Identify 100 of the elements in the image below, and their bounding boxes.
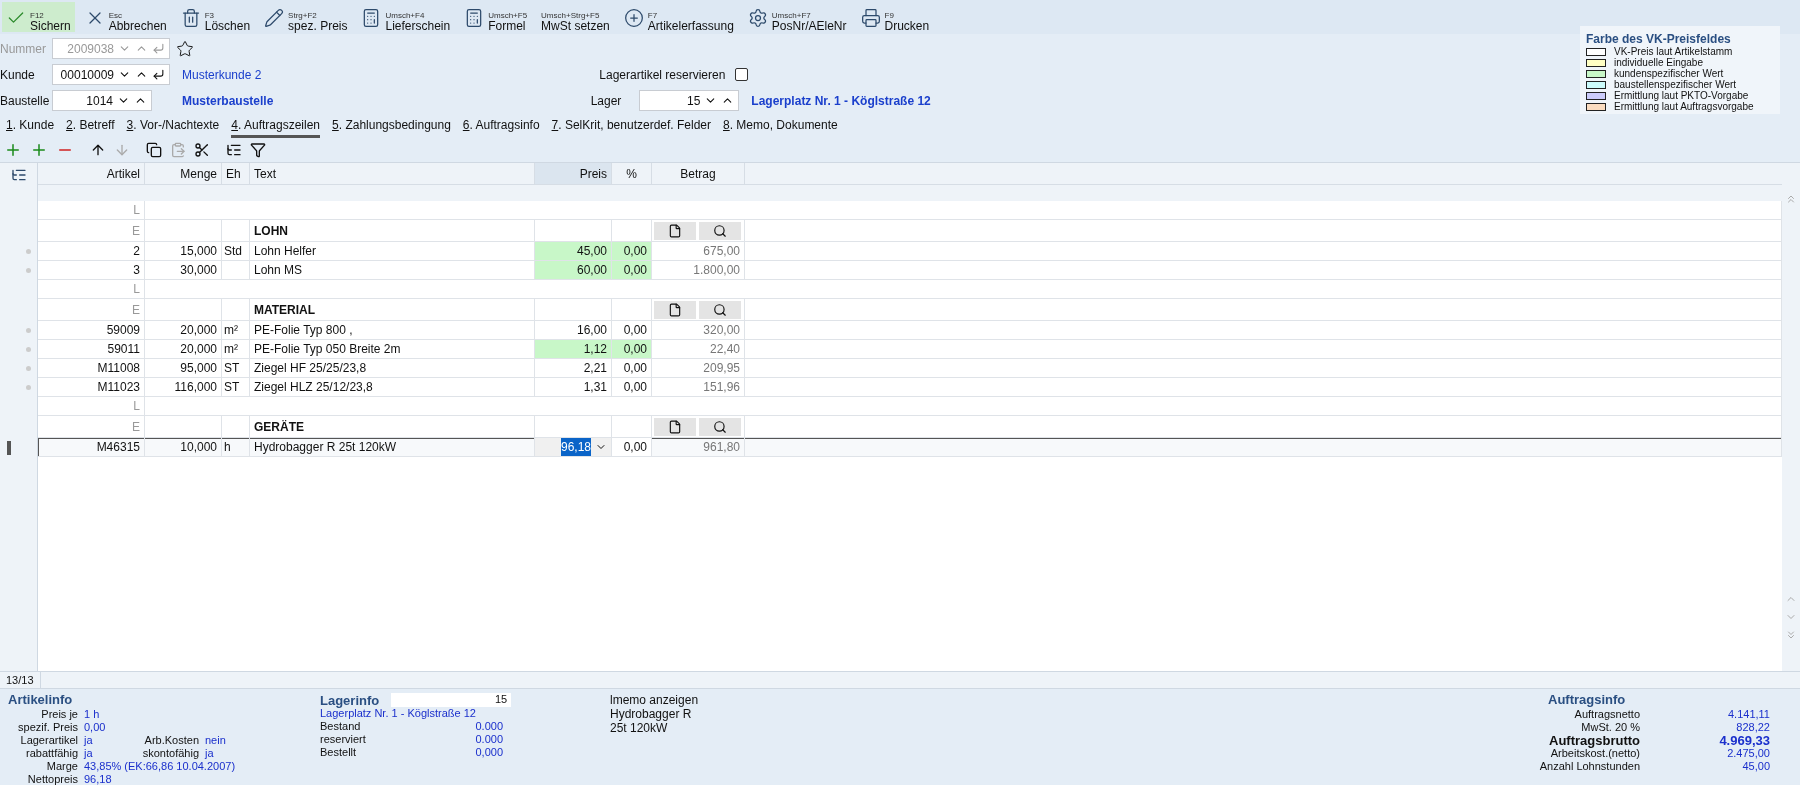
star-icon[interactable] xyxy=(176,39,194,58)
info-label: Auftragsnetto xyxy=(1573,708,1640,721)
row-marker: E xyxy=(132,222,140,240)
column-header[interactable]: Betrag xyxy=(652,163,745,184)
table-row[interactable]: 59011 20,000 m² PE-Folie Typ 050 Breite 2m 1,12 0,00 22,40 xyxy=(38,340,1782,359)
number-field[interactable]: 1014 xyxy=(52,90,152,111)
toolbar-button[interactable]: Umsch+F7 PosNr/AEleNr xyxy=(743,2,851,32)
document-icon xyxy=(668,223,682,238)
column-header[interactable]: Menge xyxy=(145,163,222,184)
storage-link[interactable]: Lagerplatz Nr. 1 - Köglstraße 12 xyxy=(320,707,610,720)
column-header[interactable]: Artikel xyxy=(38,163,145,184)
info-label: Auftragsbrutto xyxy=(1548,734,1640,747)
percent-cell: 0,00 xyxy=(612,359,652,378)
document-button[interactable] xyxy=(654,300,696,319)
table-cell-text: ST xyxy=(224,379,240,396)
filter-icon[interactable] xyxy=(250,142,266,158)
table-cell-text: M11008 xyxy=(97,360,140,377)
number-field[interactable]: 15 xyxy=(639,90,740,111)
column-header[interactable]: Preis xyxy=(535,163,612,184)
column-header[interactable]: Eh xyxy=(222,163,250,184)
table-cell-text: 20,000 xyxy=(180,322,217,339)
table-row[interactable]: M11008 95,000 ST Ziegel HF 25/25/23,8 2,21 0,00 209,95 xyxy=(38,359,1782,378)
search-button[interactable] xyxy=(699,300,741,319)
table-cell-text: m² xyxy=(224,322,238,339)
tab[interactable]: 8. Memo, Dokumente xyxy=(723,116,838,138)
tab[interactable]: 1. Kunde xyxy=(6,116,55,138)
checkbox[interactable] xyxy=(735,68,749,81)
toolbar-button[interactable]: Umsch+Strg+F5 MwSt setzen xyxy=(537,2,614,32)
row-marker: L xyxy=(133,398,140,415)
legend-label: individuelle Eingabe xyxy=(1614,57,1703,68)
tab[interactable]: 7. SelKrit, benutzerdef. Felder xyxy=(551,116,711,138)
table-row[interactable]: M11023 116,000 ST Ziegel HLZ 25/12/23,8 1,31 0,00 151,96 xyxy=(38,378,1782,397)
table-row[interactable]: 59009 20,000 m² PE-Folie Typ 800 , 16,00 0,00 320,00 xyxy=(38,321,1782,340)
toolbar-button[interactable]: F3 Löschen xyxy=(176,2,255,32)
table-cell-text: Ziegel HLZ 25/12/23,8 xyxy=(254,379,373,396)
search-button[interactable] xyxy=(699,417,741,436)
table-cell-text: 10,000 xyxy=(180,439,217,456)
price-cell[interactable]: 1,31 xyxy=(535,378,612,397)
settings-icon xyxy=(747,8,768,28)
table-cell-text: PE-Folie Typ 800 , xyxy=(254,322,353,339)
column-header[interactable]: % xyxy=(612,163,652,184)
price-cell[interactable]: 16,00 xyxy=(535,321,612,340)
search-button[interactable] xyxy=(699,221,741,240)
info-label: Marge xyxy=(45,760,78,773)
percent-cell: 0,00 xyxy=(612,378,652,397)
section-title: Auftragsinfo xyxy=(1548,693,1627,706)
info-value: 0,000 xyxy=(475,746,503,759)
toolbar-button[interactable]: F12 Sichern xyxy=(2,2,75,32)
info-label: Arb.Kosten xyxy=(143,734,199,747)
percent-cell: 0,00 xyxy=(612,321,652,340)
toolbar-button[interactable]: Umsch+F5 Formel xyxy=(460,2,532,32)
toolbar-button[interactable]: Esc Abbrechen xyxy=(80,2,171,32)
add-below-icon[interactable] xyxy=(30,141,48,159)
pencil-icon xyxy=(264,8,285,28)
section-heading: MATERIAL xyxy=(254,301,316,319)
info-value: 1 h xyxy=(84,708,100,721)
toolbar-button[interactable]: F9 Drucken xyxy=(856,2,934,32)
table-cell-text: 116,000 xyxy=(174,379,217,396)
info-value: 828,22 xyxy=(1736,721,1770,734)
field-label: Nummer xyxy=(0,40,47,58)
tab[interactable]: 3. Vor-/Nachtexte xyxy=(126,116,220,138)
tab[interactable]: 5. Zahlungsbedingung xyxy=(332,116,451,138)
cut-icon[interactable] xyxy=(194,142,210,158)
info-value: nein xyxy=(205,734,226,747)
tab[interactable]: 2. Betreff xyxy=(66,116,115,138)
list-icon[interactable] xyxy=(226,142,242,158)
table-cell-text: 2 xyxy=(133,243,140,260)
legend-label: VK-Preis laut Artikelstamm xyxy=(1614,46,1733,57)
table-cell-text: M46315 xyxy=(96,439,140,456)
tab[interactable]: 6. Auftragsinfo xyxy=(462,116,540,138)
price-cell[interactable]: 2,21 xyxy=(535,359,612,378)
document-icon xyxy=(668,302,682,317)
number-field[interactable]: 00010009 xyxy=(52,64,170,85)
document-button[interactable] xyxy=(654,221,696,240)
toolbar-button[interactable]: F7 Artikelerfassung xyxy=(619,2,738,32)
table-row[interactable]: M46315 10,000 h Hydrobagger R 25t 120kW 96,18 0,00 961,80 xyxy=(38,438,1782,457)
legend-label: Ermittlung laut PKTO-Vorgabe xyxy=(1614,90,1749,101)
document-button[interactable] xyxy=(654,417,696,436)
add-icon[interactable] xyxy=(4,141,22,159)
toolbar-button[interactable]: Strg+F2 spez. Preis xyxy=(260,2,352,32)
table-row[interactable]: 3 30,000 Lohn MS 60,00 0,00 1.800,00 xyxy=(38,261,1782,280)
table-cell-text: Ziegel HF 25/25/23,8 xyxy=(254,360,367,377)
table-cell-text: M11023 xyxy=(97,379,140,396)
price-cell[interactable]: 96,18 xyxy=(535,438,612,457)
toolbar-button[interactable]: Umsch+F4 Lieferschein xyxy=(357,2,455,32)
table-cell-text: PE-Folie Typ 050 Breite 2m xyxy=(254,341,401,358)
table-row[interactable]: 2 15,000 Std Lohn Helfer 45,00 0,00 675,00 xyxy=(38,242,1782,261)
price-cell[interactable]: 1,12 xyxy=(535,340,612,359)
percent-cell: 0,00 xyxy=(612,438,652,457)
storage-link[interactable]: Lagerplatz Nr. 1 - Köglstraße 12 xyxy=(751,91,931,110)
price-cell[interactable]: 60,00 xyxy=(535,261,612,280)
copy-icon[interactable] xyxy=(146,142,162,158)
section-title: Artikelinfo xyxy=(8,693,74,706)
site-link[interactable]: Musterbaustelle xyxy=(182,91,274,110)
row-marker: E xyxy=(132,301,140,319)
customer-link[interactable]: Musterkunde 2 xyxy=(182,65,262,84)
storage-field[interactable]: 15 xyxy=(391,693,512,707)
row-marker: L xyxy=(133,202,140,219)
price-cell[interactable]: 45,00 xyxy=(535,242,612,261)
list-icon[interactable] xyxy=(10,167,27,183)
